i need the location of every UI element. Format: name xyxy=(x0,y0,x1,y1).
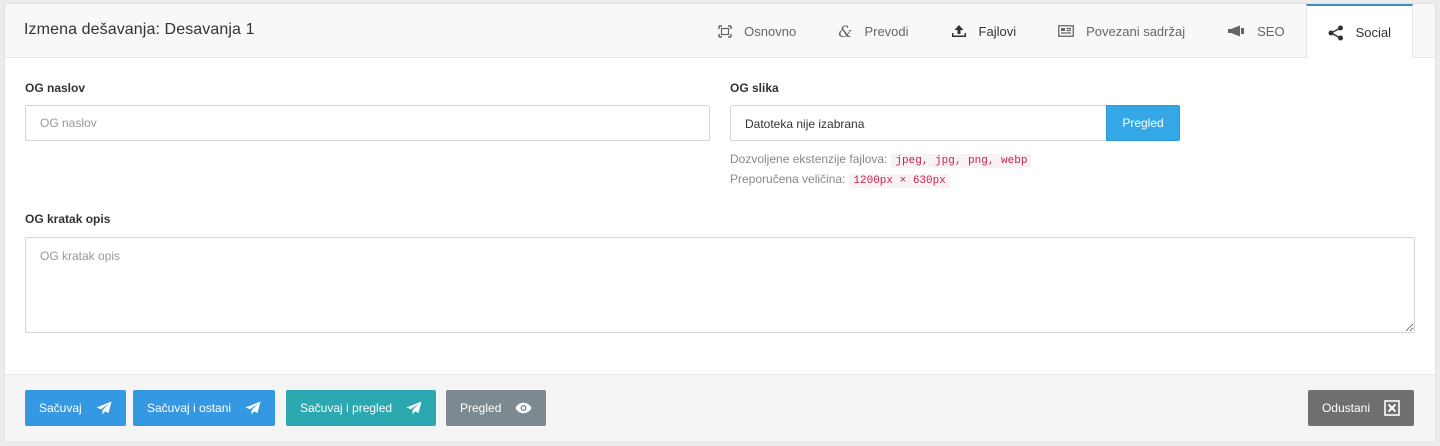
paper-plane-icon xyxy=(96,401,112,415)
preview-button[interactable]: Pregled xyxy=(446,390,547,426)
preview-label: Pregled xyxy=(460,401,502,415)
tab-seo[interactable]: SEO xyxy=(1206,4,1305,58)
tab-label: Osnovno xyxy=(744,23,797,39)
tab-label: Prevodi xyxy=(864,23,909,39)
megaphone-icon xyxy=(1227,25,1245,37)
allowed-extensions-hint: Dozvoljene ekstenzije fajlova: jpeg, jpg,… xyxy=(730,152,1032,168)
page-title: Izmena dešavanja: Desavanja 1 xyxy=(24,21,255,38)
edit-card: Izmena dešavanja: Desavanja 1 Osnovno & … xyxy=(4,3,1436,441)
save-and-preview-button[interactable]: Sačuvaj i pregled xyxy=(286,390,437,426)
save-button[interactable]: Sačuvaj xyxy=(25,390,126,426)
recommended-size-hint: Preporučena veličina: 1200px × 630px xyxy=(730,172,950,188)
eye-icon xyxy=(515,402,532,414)
tab-fajlovi[interactable]: Fajlovi xyxy=(930,4,1038,58)
tab-osnovno[interactable]: Osnovno xyxy=(697,4,817,58)
tab-label: Fajlovi xyxy=(978,23,1017,39)
browse-button[interactable]: Pregled xyxy=(1106,105,1180,141)
card-header: Izmena dešavanja: Desavanja 1 Osnovno & … xyxy=(5,4,1435,59)
og-image-label: OG slika xyxy=(730,81,779,95)
tab-prevodi[interactable]: & Prevodi xyxy=(817,4,929,58)
save-and-stay-label: Sačuvaj i ostani xyxy=(147,401,232,415)
save-and-preview-label: Sačuvaj i pregled xyxy=(300,401,393,415)
cancel-label: Odustani xyxy=(1321,401,1370,415)
og-title-label: OG naslov xyxy=(25,81,86,95)
tab-label: Povezani sadržaj xyxy=(1086,23,1186,39)
expand-frame-icon xyxy=(718,24,732,38)
save-and-stay-button[interactable]: Sačuvaj i ostani xyxy=(133,390,276,426)
cancel-button[interactable]: Odustani xyxy=(1307,390,1414,426)
ampersand-icon: & xyxy=(838,21,853,41)
og-image-file-field[interactable]: Datoteka nije izabrana xyxy=(730,105,1106,141)
size-value: 1200px × 630px xyxy=(849,174,950,188)
paper-plane-icon xyxy=(245,401,261,415)
form-footer: Sačuvaj Sačuvaj i ostani Sačuvaj i pregl… xyxy=(5,374,1435,441)
newspaper-icon xyxy=(1058,25,1075,37)
og-description-label: OG kratak opis xyxy=(25,212,111,226)
extensions-label: Dozvoljene ekstenzije fajlova: xyxy=(730,152,888,166)
paper-plane-icon xyxy=(406,401,422,415)
close-box-icon xyxy=(1384,400,1400,416)
og-description-textarea[interactable] xyxy=(25,237,1415,333)
extensions-value: jpeg, jpg, png, webp xyxy=(891,154,1032,168)
tab-povezani-sadrzaj[interactable]: Povezani sadržaj xyxy=(1037,4,1206,58)
tab-label: SEO xyxy=(1257,23,1285,39)
size-label: Preporučena veličina: xyxy=(730,172,846,186)
tab-social[interactable]: Social xyxy=(1305,4,1413,59)
og-title-input[interactable] xyxy=(25,105,710,141)
tab-bar: Osnovno & Prevodi Fajlovi Povezani sadrž… xyxy=(697,4,1413,59)
share-icon xyxy=(1328,25,1344,41)
tab-label: Social xyxy=(1355,25,1391,40)
upload-icon xyxy=(951,24,967,38)
save-label: Sačuvaj xyxy=(39,401,82,415)
